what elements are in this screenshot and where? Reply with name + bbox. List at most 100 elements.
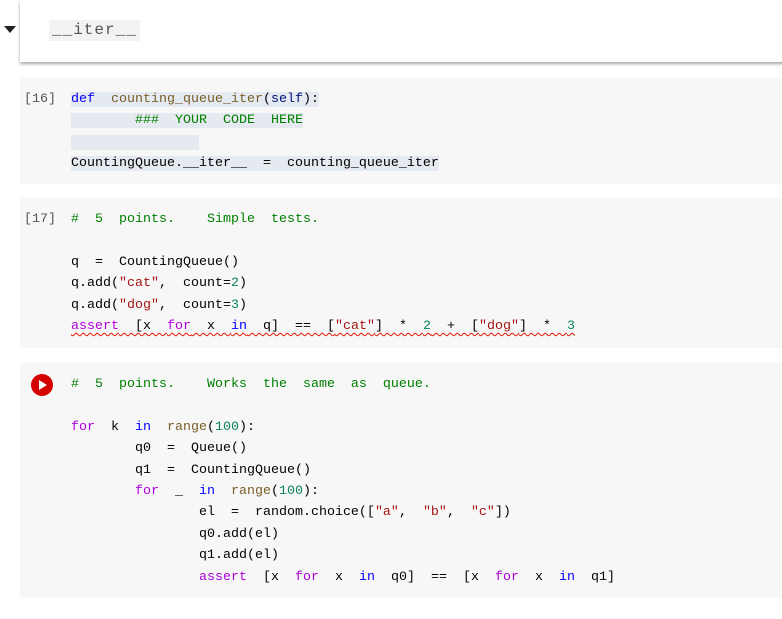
code-line: el = random.choice(["a", "b", "c"]): [71, 502, 615, 523]
code-token: range: [231, 483, 271, 499]
code-token: for: [167, 318, 191, 334]
code-token: for: [135, 483, 159, 499]
code-token: "a": [374, 505, 399, 521]
code-line: q1 = CountingQueue(): [71, 460, 615, 481]
code-token: self: [270, 92, 303, 107]
code-line: q0 = Queue(): [71, 438, 615, 459]
code-token: el = random.choice([: [71, 505, 375, 521]
code-token: , count=: [159, 276, 231, 292]
code-token: "dog": [478, 318, 519, 334]
code-token: ### YOUR CODE HERE: [135, 113, 303, 129]
code-line: for k in range(100):: [71, 417, 615, 438]
code-token: 2: [422, 318, 431, 334]
code-token: ] *: [374, 318, 423, 334]
code-line: CountingQueue.__iter__ = counting_queue_…: [71, 153, 439, 174]
code-cell-run[interactable]: # 5 points. Works the same as queue. for …: [20, 363, 782, 598]
code-line: q0.add(el): [71, 524, 615, 545]
code-token: "c": [470, 505, 495, 521]
code-token: for: [494, 569, 519, 585]
code-line: [71, 132, 439, 153]
code-token: k: [95, 419, 135, 435]
code-token: ):: [303, 483, 319, 499]
code-token: "dog": [119, 297, 159, 313]
code-line: # 5 points. Simple tests.: [71, 209, 575, 230]
code-token: "cat": [119, 276, 159, 292]
execution-count: [16]: [24, 92, 56, 107]
code-token: in: [558, 569, 575, 585]
code-token: q.add(: [71, 297, 119, 313]
execution-count: [17]: [24, 212, 56, 227]
code-token: ,: [446, 505, 471, 521]
code-token: q1 = CountingQueue(): [71, 462, 311, 478]
code-token: ,: [398, 505, 423, 521]
code-token: [x: [246, 569, 295, 585]
code-cell-17[interactable]: [17] # 5 points. Simple tests. q = Counti…: [20, 198, 782, 348]
run-cell-button[interactable]: [31, 374, 53, 396]
code-line: # 5 points. Works the same as queue.: [71, 374, 615, 395]
code-editor[interactable]: # 5 points. Simple tests. q = CountingQue…: [71, 209, 575, 337]
code-line: def counting_queue_iter(self):: [71, 89, 439, 110]
code-token: # 5 points. Works the same as queue.: [71, 377, 431, 392]
code-token: q0.add(el): [71, 526, 279, 542]
code-token: q] == [: [247, 318, 335, 334]
code-token: x: [518, 569, 559, 585]
code-token: (: [207, 419, 215, 435]
code-line: q = CountingQueue(): [71, 252, 575, 273]
code-token: ):: [302, 92, 319, 107]
code-cell-16[interactable]: [16] def counting_queue_iter(self): ### …: [20, 78, 782, 184]
code-line: ### YOUR CODE HERE: [71, 110, 439, 131]
code-line: q1.add(el): [71, 545, 615, 566]
code-token: assert: [71, 318, 119, 334]
code-editor[interactable]: # 5 points. Works the same as queue. for …: [71, 374, 615, 588]
code-token: for: [71, 419, 95, 435]
code-token: q.add(: [71, 276, 119, 292]
code-token: (: [262, 92, 271, 107]
code-token: 3: [566, 318, 575, 334]
code-editor[interactable]: def counting_queue_iter(self): ### YOUR …: [71, 89, 439, 175]
code-token: q0] == [x: [374, 569, 495, 585]
code-token: "b": [422, 505, 447, 521]
code-line: assert [x for x in q0] == [x for x in q1…: [71, 567, 615, 588]
code-token: counting_queue_iter: [111, 92, 263, 107]
code-token: 3: [230, 297, 239, 313]
code-token: (: [271, 483, 279, 499]
code-token: x: [191, 318, 231, 334]
collapse-triangle-icon[interactable]: [4, 26, 16, 33]
code-token: 100: [279, 483, 303, 499]
code-token: ): [238, 276, 247, 292]
code-line: for _ in range(100):: [71, 481, 615, 502]
code-token: CountingQueue.__iter__ = counting_queue_…: [71, 156, 439, 172]
code-token: ): [238, 297, 247, 313]
code-token: in: [199, 483, 215, 499]
code-token: def: [71, 92, 95, 107]
code-token: ):: [239, 419, 255, 435]
code-token: 2: [230, 276, 239, 292]
section-header-cell[interactable]: __iter__: [20, 0, 782, 62]
code-token: , count=: [159, 297, 231, 313]
code-token: q0 = Queue(): [71, 441, 247, 457]
code-token: # 5 points. Simple tests.: [71, 212, 319, 227]
code-token: in: [135, 419, 151, 435]
code-line: q.add("cat", count=2): [71, 273, 575, 294]
code-line: assert [x for x in q] == ["cat"] * 2 + […: [71, 316, 575, 337]
code-token: x: [318, 569, 359, 585]
code-token: q1]: [574, 569, 615, 585]
code-token: range: [167, 419, 207, 435]
code-token: assert: [198, 569, 247, 585]
code-token: [x: [119, 318, 167, 334]
code-token: + [: [430, 318, 479, 334]
code-token: q1.add(el): [71, 548, 279, 564]
code-line: q.add("dog", count=3): [71, 295, 575, 316]
code-token: ]): [494, 505, 511, 521]
code-token: q = CountingQueue(): [71, 254, 239, 270]
code-token: for: [294, 569, 319, 585]
